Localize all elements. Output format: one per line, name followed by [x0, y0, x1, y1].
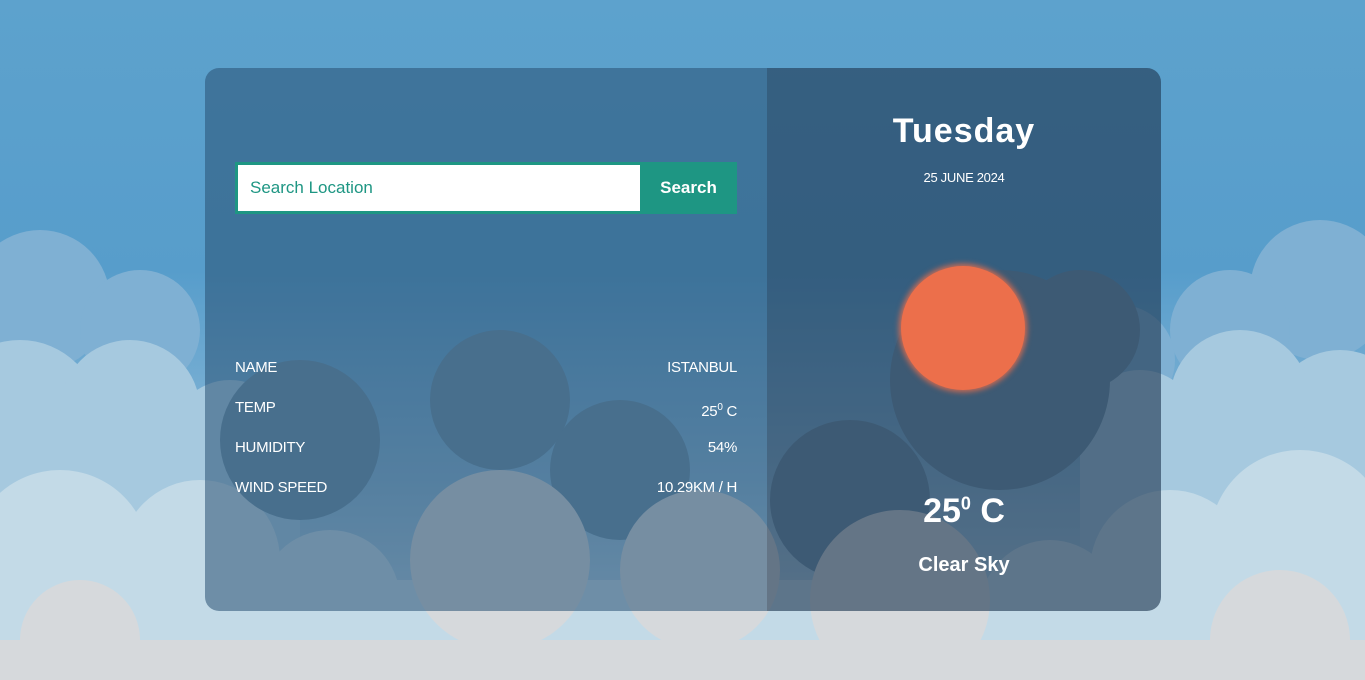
detail-label: TEMP [235, 399, 276, 416]
search-button[interactable]: Search [640, 162, 737, 214]
temp-unit: C [970, 492, 1005, 530]
day-name: Tuesday [892, 112, 1036, 150]
detail-row-wind-speed: WIND SPEED 10.29KM / H [235, 478, 737, 518]
temp-value: 25 [701, 403, 718, 420]
temp-unit: C [722, 403, 737, 420]
degree-mark: 0 [960, 493, 971, 514]
weather-details: NAME ISTANBUL TEMP 250 C HUMIDITY 54% WI… [235, 358, 737, 518]
current-temperature: 250 C [767, 492, 1161, 531]
detail-value: 54% [707, 439, 737, 456]
summary-panel: Tuesday 25 JUNE 2024 250 C Clear Sky [767, 68, 1161, 611]
sun-icon [901, 266, 1025, 390]
detail-value: 250 C [701, 398, 737, 438]
search-panel: Search NAME ISTANBUL TEMP 250 C HUMIDITY… [205, 68, 767, 611]
detail-row-temp: TEMP 250 C [235, 398, 737, 438]
detail-label: WIND SPEED [235, 479, 328, 496]
search-bar: Search [235, 162, 737, 214]
detail-row-humidity: HUMIDITY 54% [235, 438, 737, 478]
search-input[interactable] [235, 162, 640, 214]
temp-value: 25 [923, 492, 961, 530]
detail-row-name: NAME ISTANBUL [235, 358, 737, 398]
weather-card: Search NAME ISTANBUL TEMP 250 C HUMIDITY… [205, 68, 1161, 611]
detail-value: ISTANBUL [667, 359, 737, 376]
current-date: 25 JUNE 2024 [923, 170, 1005, 185]
weather-condition: Clear Sky [918, 554, 1010, 576]
detail-label: HUMIDITY [235, 439, 306, 456]
detail-label: NAME [235, 359, 278, 376]
detail-value: 10.29KM / H [656, 479, 737, 496]
